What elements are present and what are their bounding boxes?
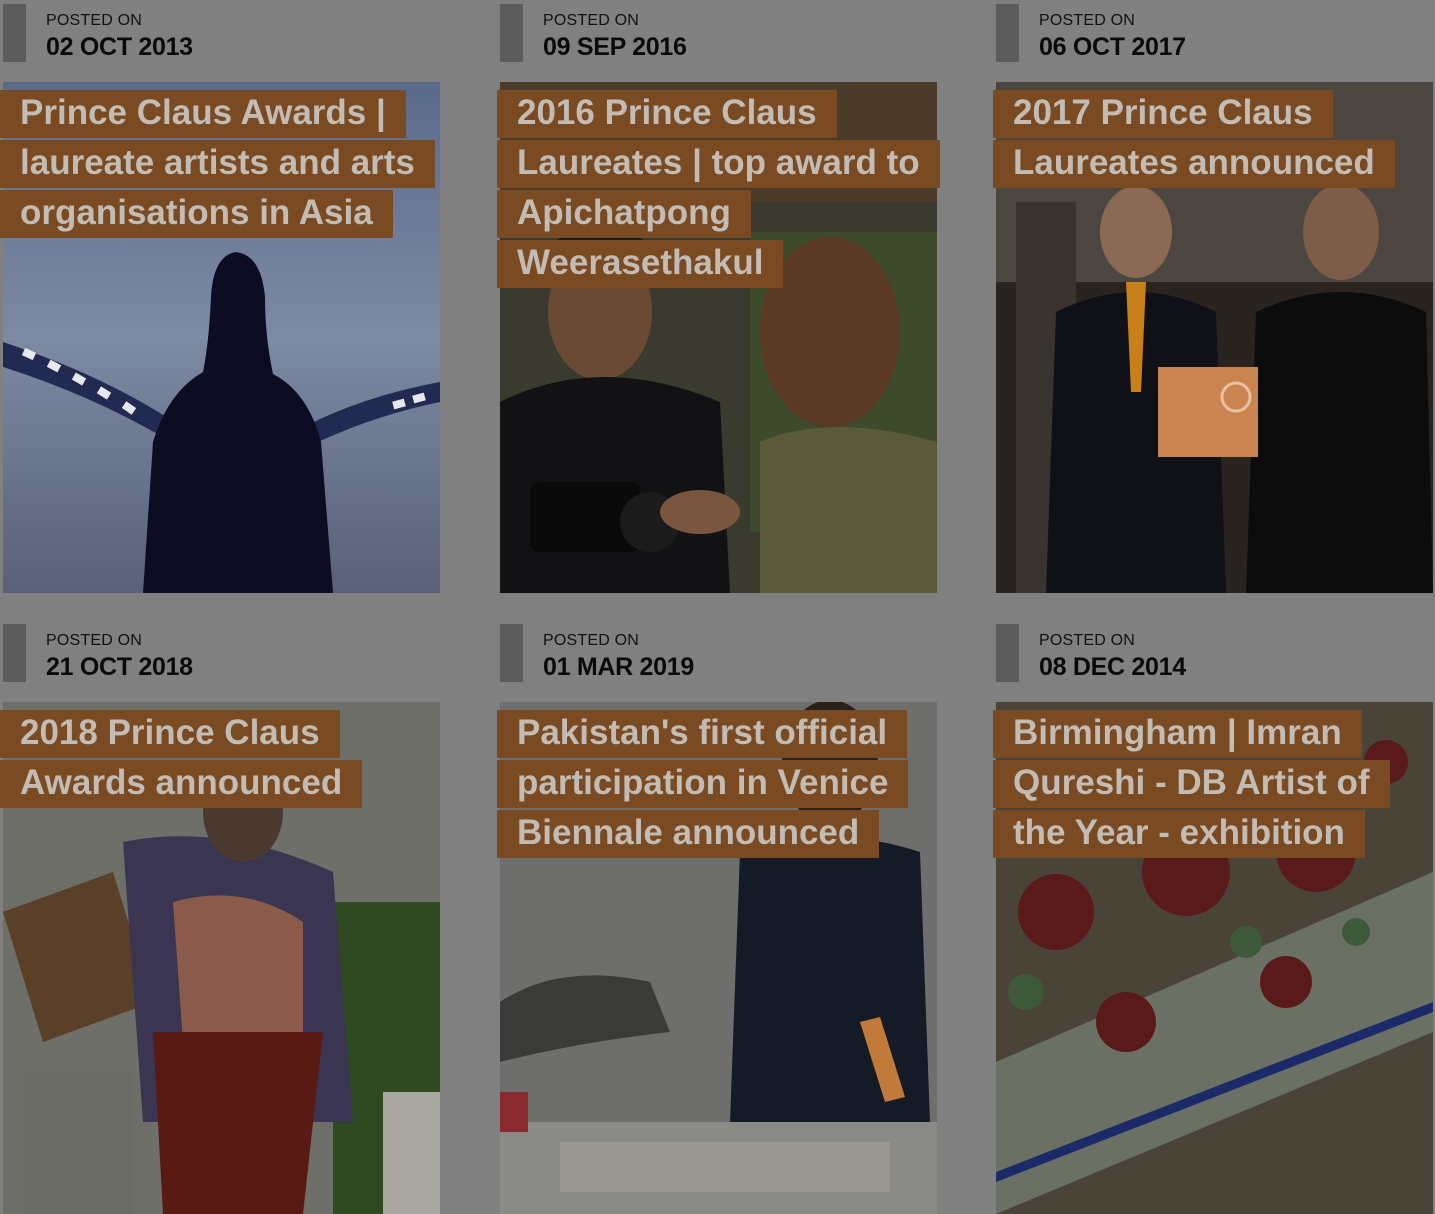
post-card[interactable]: POSTED ON 06 OCT 2017 2017 Prince Claus …: [993, 0, 1433, 600]
date-accent-bar: [500, 624, 523, 682]
date-accent-bar: [3, 4, 26, 62]
posted-on-label: POSTED ON: [543, 12, 640, 29]
posted-on-label: POSTED ON: [46, 632, 143, 649]
post-grid: POSTED ON 02 OCT 2013 Prince Claus Award…: [0, 0, 1435, 1214]
date-accent-bar: [3, 624, 26, 682]
posted-on-label: POSTED ON: [1039, 632, 1136, 649]
posted-on-block: POSTED ON 02 OCT 2013: [0, 4, 437, 62]
date-accent-bar: [996, 4, 1019, 62]
post-title[interactable]: 2016 Prince Claus Laureates | top award …: [497, 88, 940, 288]
post-title[interactable]: Pakistan's first official participation …: [497, 708, 934, 858]
post-card[interactable]: POSTED ON 08 DEC 2014 Birmingham | Imran…: [993, 620, 1433, 1214]
post-card[interactable]: POSTED ON 21 OCT 2018 2018 Prince Claus …: [0, 620, 440, 1214]
posted-on-block: POSTED ON 01 MAR 2019: [497, 624, 934, 682]
post-date: 21 OCT 2018: [46, 653, 193, 681]
posted-on-label: POSTED ON: [46, 12, 143, 29]
post-card[interactable]: POSTED ON 09 SEP 2016 2016 Prince Claus …: [497, 0, 940, 600]
posted-on-block: POSTED ON 21 OCT 2018: [0, 624, 437, 682]
posted-on-label: POSTED ON: [543, 632, 640, 649]
post-title[interactable]: Prince Claus Awards | laureate artists a…: [0, 88, 437, 238]
post-title[interactable]: 2017 Prince Claus Laureates announced: [993, 88, 1430, 188]
posted-on-label: POSTED ON: [1039, 12, 1136, 29]
post-date: 09 SEP 2016: [543, 33, 687, 61]
date-accent-bar: [996, 624, 1019, 682]
post-card[interactable]: POSTED ON 02 OCT 2013 Prince Claus Award…: [0, 0, 440, 600]
post-title[interactable]: 2018 Prince Claus Awards announced: [0, 708, 437, 808]
post-date: 06 OCT 2017: [1039, 33, 1186, 61]
posted-on-block: POSTED ON 06 OCT 2017: [993, 4, 1430, 62]
date-accent-bar: [500, 4, 523, 62]
post-title[interactable]: Birmingham | Imran Qureshi - DB Artist o…: [993, 708, 1430, 858]
posted-on-block: POSTED ON 09 SEP 2016: [497, 4, 934, 62]
post-date: 01 MAR 2019: [543, 653, 694, 681]
post-card[interactable]: POSTED ON 01 MAR 2019 Pakistan's first o…: [497, 620, 937, 1214]
posted-on-block: POSTED ON 08 DEC 2014: [993, 624, 1430, 682]
post-date: 08 DEC 2014: [1039, 653, 1186, 681]
post-date: 02 OCT 2013: [46, 33, 193, 61]
